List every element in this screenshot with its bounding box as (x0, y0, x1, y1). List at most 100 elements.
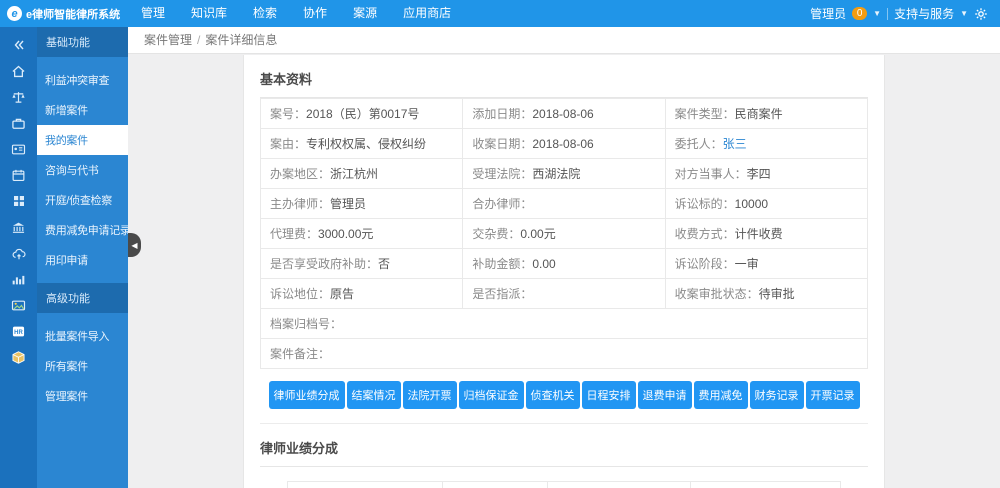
sidebar-item[interactable]: 所有案件 (37, 351, 128, 381)
briefcase-icon[interactable] (0, 110, 37, 136)
info-cell: 案号：2018（民）第0017号 (261, 99, 463, 129)
info-label: 案件类型： (675, 107, 735, 121)
user-menu-label[interactable]: 管理员 (810, 5, 846, 22)
info-cell: 受理法院：西湖法院 (463, 159, 665, 189)
info-value: 0.00元 (520, 227, 555, 241)
logo-icon: e (7, 6, 22, 21)
collapse-icon[interactable] (0, 32, 37, 58)
action-button[interactable]: 日程安排 (582, 381, 636, 409)
breadcrumb-page: 案件详细信息 (205, 33, 277, 47)
breadcrumb-section[interactable]: 案件管理 (144, 33, 192, 47)
info-row: 案件备注： (261, 339, 868, 369)
basic-info-table: 案号：2018（民）第0017号添加日期：2018-08-06案件类型：民商案件… (260, 98, 868, 369)
grid-icon[interactable] (0, 188, 37, 214)
info-value: 原告 (330, 287, 354, 301)
info-value: 否 (378, 257, 390, 271)
info-label: 办案地区： (270, 167, 330, 181)
info-label: 代理费： (270, 227, 318, 241)
info-value: 2018-08-06 (532, 137, 593, 151)
id-card-icon[interactable] (0, 136, 37, 162)
info-value: 一审 (735, 257, 759, 271)
sidebar-item[interactable]: 新增案件 (37, 95, 128, 125)
info-label: 是否享受政府补助： (270, 257, 378, 271)
info-cell: 是否享受政府补助：否 (261, 249, 463, 279)
info-label: 收案审批状态： (675, 287, 759, 301)
info-cell: 补助金额：0.00 (463, 249, 665, 279)
action-button[interactable]: 律师业绩分成 (269, 381, 345, 409)
performance-table: 类型姓名业绩分成分成方式 团队负责人管理员100%百分比 (287, 481, 840, 488)
info-cell: 收费方式：计件收费 (665, 219, 867, 249)
action-button[interactable]: 侦查机关 (526, 381, 580, 409)
sidebar: 基础功能利益冲突审查新增案件我的案件咨询与代书开庭/侦查检察费用减免申请记录用印… (37, 27, 128, 488)
info-cell: 合办律师： (463, 189, 665, 219)
info-cell: 案件类型：民商案件 (665, 99, 867, 129)
topbar: e e律师智能律所系统 管理知识库检索协作案源应用商店 管理员 0 ▼ 支持与服… (0, 0, 1000, 27)
action-button[interactable]: 财务记录 (750, 381, 804, 409)
calendar-icon[interactable] (0, 162, 37, 188)
hr-badge-icon[interactable]: HR (0, 318, 37, 344)
info-value: 待审批 (759, 287, 795, 301)
client-link[interactable]: 张三 (723, 137, 747, 151)
info-value: 2018-08-06 (532, 107, 593, 121)
sidebar-item[interactable]: 咨询与代书 (37, 155, 128, 185)
menu-item[interactable]: 协作 (290, 0, 340, 27)
info-cell: 办案地区：浙江杭州 (261, 159, 463, 189)
sidebar-item[interactable]: 利益冲突审查 (37, 65, 128, 95)
image-icon[interactable] (0, 292, 37, 318)
sidebar-section-items: 利益冲突审查新增案件我的案件咨询与代书开庭/侦查检察费用减免申请记录用印申请 (37, 57, 128, 283)
home-icon[interactable] (0, 58, 37, 84)
menu-item[interactable]: 案源 (340, 0, 390, 27)
info-label: 诉讼阶段： (675, 257, 735, 271)
action-button[interactable]: 归档保证金 (459, 381, 524, 409)
action-button[interactable]: 法院开票 (403, 381, 457, 409)
sidebar-section-header: 高级功能 (37, 283, 128, 313)
action-button[interactable]: 开票记录 (806, 381, 860, 409)
main-area: 案件管理/案件详细信息 基本资料 案号：2018（民）第0017号添加日期：20… (128, 27, 1000, 488)
menu-item[interactable]: 检索 (240, 0, 290, 27)
info-label: 收案日期： (472, 137, 532, 151)
bar-chart-icon[interactable] (0, 266, 37, 292)
info-row: 主办律师：管理员合办律师：诉讼标的：10000 (261, 189, 868, 219)
info-value: 浙江杭州 (330, 167, 378, 181)
sidebar-item[interactable]: 批量案件导入 (37, 321, 128, 351)
menu-item[interactable]: 知识库 (178, 0, 240, 27)
box-icon[interactable] (0, 344, 37, 370)
info-cell: 委托人：张三 (665, 129, 867, 159)
performance-header-cell: 业绩分成 (547, 482, 691, 488)
scales-icon[interactable] (0, 84, 37, 110)
action-button[interactable]: 结案情况 (347, 381, 401, 409)
info-cell: 案由：专利权权属、侵权纠纷 (261, 129, 463, 159)
info-value: 民商案件 (735, 107, 783, 121)
support-menu-label[interactable]: 支持与服务 (894, 5, 954, 22)
info-label: 案件备注： (270, 347, 330, 361)
breadcrumb: 案件管理/案件详细信息 (128, 27, 1000, 54)
menu-item[interactable]: 管理 (128, 0, 178, 27)
performance-section: 律师业绩分成 类型姓名业绩分成分成方式 团队负责人管理员100%百分比 (260, 423, 868, 488)
sidebar-item[interactable]: 我的案件 (37, 125, 128, 155)
cloud-upload-icon[interactable] (0, 240, 37, 266)
info-label: 诉讼地位： (270, 287, 330, 301)
performance-header-cell: 类型 (288, 482, 443, 488)
bank-icon[interactable] (0, 214, 37, 240)
info-row: 案号：2018（民）第0017号添加日期：2018-08-06 案件类型：民商案件 (261, 99, 868, 129)
chevron-down-icon: ▼ (960, 9, 968, 18)
action-bar: 律师业绩分成结案情况法院开票归档保证金侦查机关日程安排退费申请费用减免财务记录开… (260, 381, 868, 409)
info-label: 对方当事人： (675, 167, 747, 181)
sidebar-item[interactable]: 管理案件 (37, 381, 128, 411)
sidebar-item[interactable]: 用印申请 (37, 245, 128, 275)
info-value: 计件收费 (735, 227, 783, 241)
action-button[interactable]: 费用减免 (694, 381, 748, 409)
sidebar-item[interactable]: 费用减免申请记录 (37, 215, 128, 245)
case-detail-card: 基本资料 案号：2018（民）第0017号添加日期：2018-08-06案件类型… (243, 55, 885, 488)
basic-info-title: 基本资料 (260, 69, 868, 98)
info-label: 添加日期： (472, 107, 532, 121)
info-row: 是否享受政府补助：否补助金额：0.00诉讼阶段：一审 (261, 249, 868, 279)
gear-icon[interactable] (974, 7, 988, 21)
app-logo: e e律师智能律所系统 (0, 6, 128, 22)
action-button[interactable]: 退费申请 (638, 381, 692, 409)
menu-item[interactable]: 应用商店 (390, 0, 464, 27)
info-cell: 收案审批状态：待审批 (665, 279, 867, 309)
icon-strip: HR (0, 27, 37, 488)
sidebar-item[interactable]: 开庭/侦查检察 (37, 185, 128, 215)
info-cell: 交杂费：0.00元 (463, 219, 665, 249)
